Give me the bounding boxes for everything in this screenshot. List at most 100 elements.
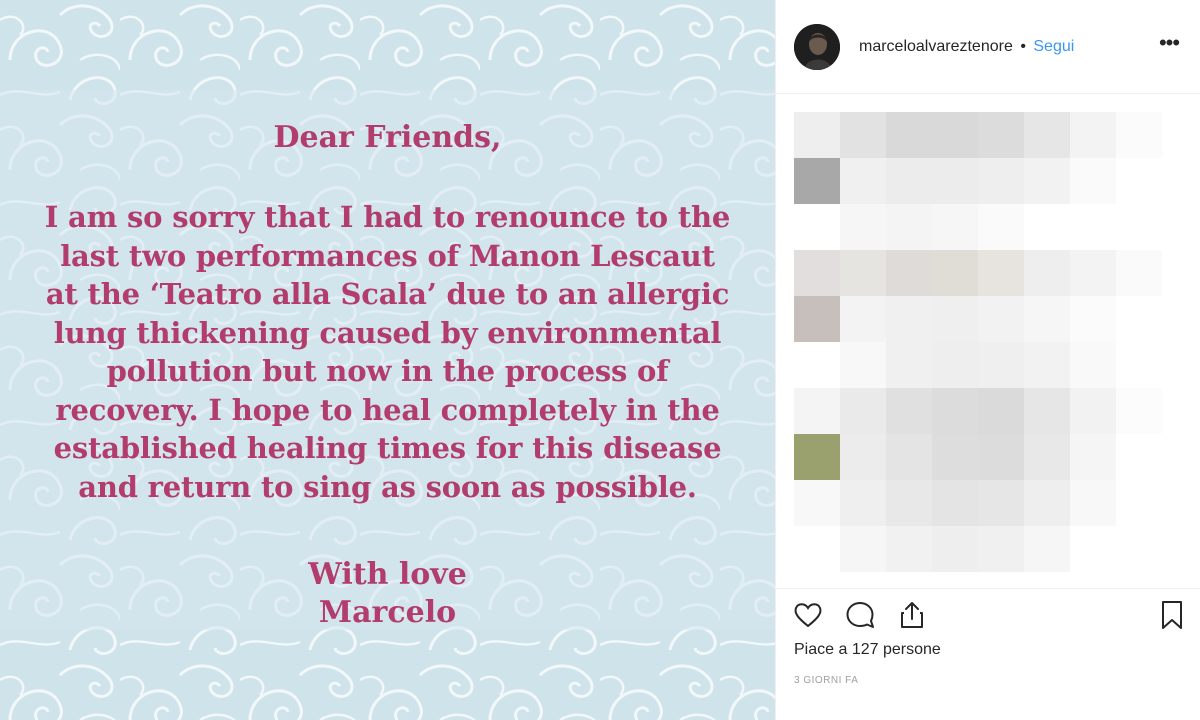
pixel-block [1070,204,1116,250]
pixel-block [886,434,932,480]
letter-line: I am so sorry that I had to renounce to … [44,200,731,234]
pixel-block [840,526,886,572]
username-line: marceloalvareztenore • Segui [859,38,1074,56]
pixel-block [794,342,840,388]
share-icon[interactable] [894,597,930,633]
pixel-block [1070,112,1116,158]
pixel-block [1116,112,1162,158]
pixel-block [932,480,978,526]
pixel-block [978,112,1024,158]
pixel-block [978,204,1024,250]
post-actions: Piace a 127 persone 3 GIORNI FA [776,588,1200,720]
pixel-block [794,526,840,572]
pixel-block [1024,250,1070,296]
pixel-block [886,388,932,434]
letter-line: established healing times for this disea… [53,431,722,465]
avatar[interactable] [794,24,840,70]
comment-icon[interactable] [842,597,878,633]
pixel-block [1024,480,1070,526]
pixel-block [886,342,932,388]
pixel-block [1024,296,1070,342]
pixel-block [1116,204,1162,250]
pixel-block [886,296,932,342]
pixel-block [840,480,886,526]
pixel-block [1070,434,1116,480]
pixel-block [1116,480,1162,526]
pixel-block [794,388,840,434]
pixel-block [794,480,840,526]
letter-line: pollution but now in the process of [106,354,669,388]
letter-line: recovery. I hope to heal completely in t… [55,392,720,427]
pixel-block [840,296,886,342]
post-sidebar: marceloalvareztenore • Segui ••• Piace a… [775,0,1200,720]
follow-button[interactable]: Segui [1033,38,1074,55]
post-image[interactable]: Dear Friends, I am so sorry that I had t… [0,0,775,720]
pixel-block [978,296,1024,342]
pixel-block [1070,388,1116,434]
pixel-block [1116,434,1162,480]
pixel-block [794,296,840,342]
pixel-block [886,158,932,204]
letter-line: and return to sing as soon as possible. [78,469,697,504]
pixel-block [932,296,978,342]
pixel-block [978,158,1024,204]
pixel-block [978,434,1024,480]
separator-dot: • [1020,38,1026,55]
pixel-block [794,434,840,480]
pixel-block [840,434,886,480]
pixel-block [932,526,978,572]
pixel-block [840,158,886,204]
pixel-block [886,526,932,572]
letter-greeting: Dear Friends, [273,120,502,155]
pixel-block [1116,250,1162,296]
pixel-block [1116,158,1162,204]
pixel-block [932,204,978,250]
bookmark-icon[interactable] [1154,597,1190,633]
pixel-block [1116,526,1162,572]
pixel-block [1024,388,1070,434]
pixel-block [794,112,840,158]
letter-line: at the ‘Teatro alla Scala’ due to an all… [45,277,730,311]
pixel-block [1116,388,1162,434]
pixel-block [1024,526,1070,572]
pixel-block [840,388,886,434]
pixel-block [978,388,1024,434]
letter-text: Dear Friends, I am so sorry that I had t… [0,0,775,720]
pixel-block [1070,158,1116,204]
pixel-block [1116,342,1162,388]
letter-line: lung thickening caused by environmental [53,315,722,350]
pixel-block [1070,480,1116,526]
pixel-block [886,112,932,158]
pixel-block [932,434,978,480]
username-link[interactable]: marceloalvareztenore [859,38,1013,55]
pixel-block [1070,342,1116,388]
pixel-block [932,250,978,296]
pixel-block [886,204,932,250]
pixel-block [1070,296,1116,342]
letter-body: I am so sorry that I had to renounce to … [6,198,769,506]
pixel-block [840,204,886,250]
pixel-block [794,250,840,296]
more-options-icon[interactable]: ••• [1154,32,1184,62]
pixel-block [978,342,1024,388]
pixel-block [794,204,840,250]
pixel-block [932,112,978,158]
pixel-block [978,250,1024,296]
pixel-block [1070,526,1116,572]
pixel-block [932,158,978,204]
pixel-block [1116,296,1162,342]
post-header: marceloalvareztenore • Segui ••• [776,0,1200,94]
pixel-block [932,342,978,388]
pixel-block [978,480,1024,526]
pixel-block [1024,112,1070,158]
pixel-block [1024,158,1070,204]
pixel-block [886,250,932,296]
heart-icon[interactable] [790,597,826,633]
pixel-block [1024,204,1070,250]
letter-line: last two performances of Manon Lescaut [60,238,715,273]
pixel-block [840,112,886,158]
pixel-block [1024,434,1070,480]
pixel-block [932,388,978,434]
likes-count[interactable]: Piace a 127 persone [794,641,941,659]
pixel-block [1070,250,1116,296]
